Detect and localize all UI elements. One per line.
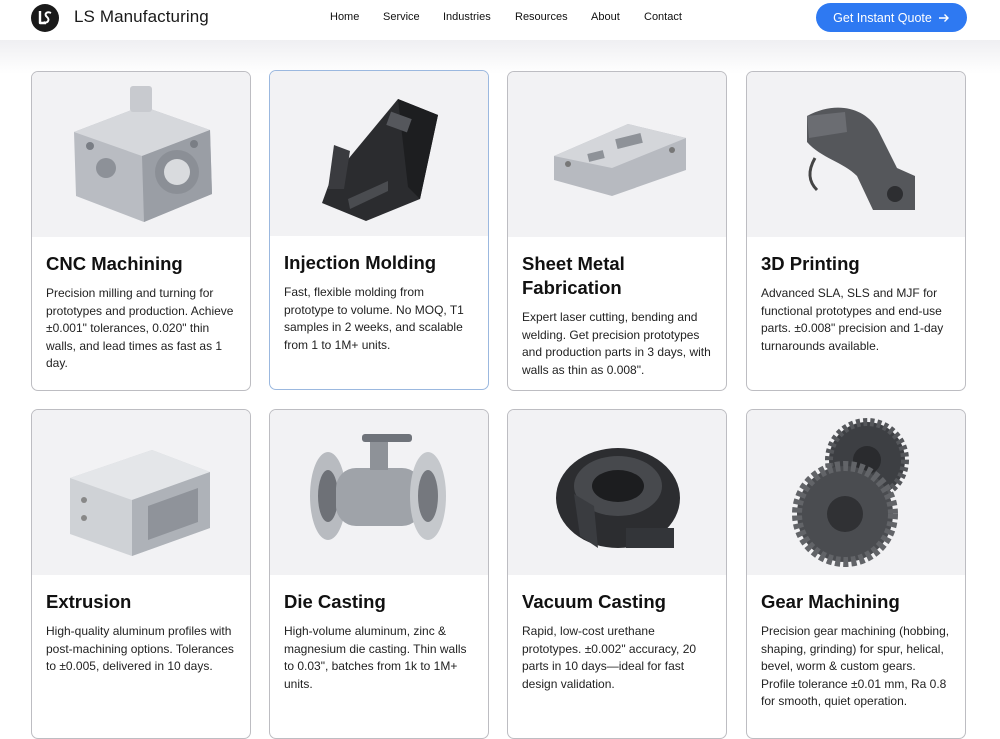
get-quote-label: Get Instant Quote — [833, 10, 932, 25]
header-shadow-band — [0, 40, 1000, 74]
card-title: Vacuum Casting — [522, 591, 666, 612]
card-description: Expert laser cutting, bending and weldin… — [522, 310, 711, 377]
nav-resources[interactable]: Resources — [515, 11, 568, 23]
card-description: High-volume aluminum, zinc & magnesium d… — [284, 624, 467, 691]
site-header: LS Manufacturing Home Service Industries… — [0, 0, 1000, 40]
printed-part-image — [747, 72, 965, 237]
molded-part-image — [270, 71, 488, 236]
get-quote-button[interactable]: Get Instant Quote — [816, 3, 967, 32]
service-card-cnc[interactable]: CNC Machining Precision milling and turn… — [31, 71, 251, 391]
service-card-3d-printing[interactable]: 3D Printing Advanced SLA, SLS and MJF fo… — [746, 71, 966, 391]
card-description: Precision gear machining (hobbing, shapi… — [761, 624, 950, 708]
card-title: Injection Molding — [284, 252, 437, 273]
card-title: CNC Machining — [46, 253, 183, 274]
nav-contact[interactable]: Contact — [644, 11, 682, 23]
card-title: Gear Machining — [761, 591, 900, 612]
card-description: Fast, flexible molding from prototype to… — [284, 285, 464, 352]
service-card-injection-molding[interactable]: Injection Molding Fast, flexible molding… — [269, 70, 489, 390]
card-description: High-quality aluminum profiles with post… — [46, 624, 234, 673]
card-title: Sheet Metal Fabrication — [522, 253, 625, 298]
service-card-gear-machining[interactable]: Gear Machining Precision gear machining … — [746, 409, 966, 739]
extrusion-part-image — [32, 410, 250, 575]
cnc-part-image — [32, 72, 250, 237]
card-title: Extrusion — [46, 591, 132, 612]
card-description: Advanced SLA, SLS and MJF for functional… — [761, 286, 944, 353]
service-card-sheet-metal[interactable]: Sheet Metal Fabrication Expert laser cut… — [507, 71, 727, 391]
sheet-metal-part-image — [508, 72, 726, 237]
card-title: Die Casting — [284, 591, 386, 612]
arrow-right-icon — [938, 13, 949, 22]
service-card-die-casting[interactable]: Die Casting High-volume aluminum, zinc &… — [269, 409, 489, 739]
nav-home[interactable]: Home — [330, 11, 359, 23]
ball-valve-image — [270, 410, 488, 575]
service-card-extrusion[interactable]: Extrusion High-quality aluminum profiles… — [31, 409, 251, 739]
nav-industries[interactable]: Industries — [443, 11, 491, 23]
card-description: Precision milling and turning for protot… — [46, 286, 234, 370]
nav-service[interactable]: Service — [383, 11, 420, 23]
gear-image — [747, 410, 965, 575]
nav-about[interactable]: About — [591, 11, 620, 23]
card-title: 3D Printing — [761, 253, 860, 274]
card-description: Rapid, low-cost urethane prototypes. ±0.… — [522, 624, 697, 691]
urethane-part-image — [508, 410, 726, 575]
service-card-vacuum-casting[interactable]: Vacuum Casting Rapid, low-cost urethane … — [507, 409, 727, 739]
